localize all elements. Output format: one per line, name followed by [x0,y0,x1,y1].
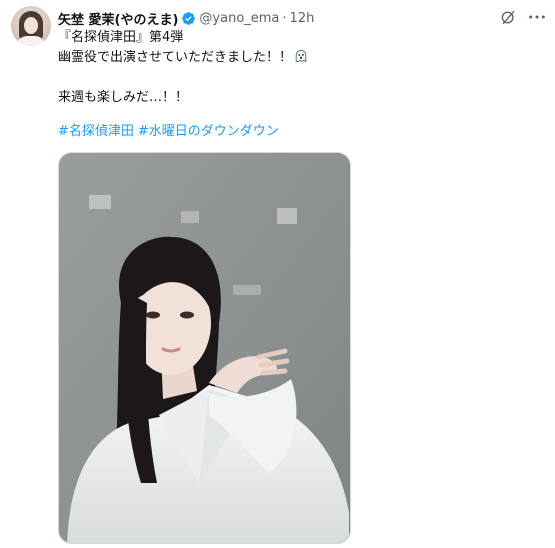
hashtag-link[interactable]: #名探偵津田 [58,124,134,139]
display-name[interactable]: 矢埜 愛茉(やのえま) [58,9,178,28]
user-handle[interactable]: @yano_ema [199,11,279,26]
hashtag-link[interactable]: #水曜日のダウンダウン [138,124,279,139]
more-options-icon[interactable] [526,7,548,27]
post-photo[interactable] [58,152,351,544]
separator-dot: · [282,10,287,26]
ghost-emoji-icon [294,49,308,70]
verified-badge-icon [181,11,196,26]
tweet-text: 『名探偵津田』第4弾 幽霊役で出演させていただきました！！ 来週も楽しみだ…！！ [58,28,308,108]
tweet-header: 矢埜 愛茉(やのえま) @yano_ema · 12h [58,8,314,28]
tweet-text-line: 幽霊役で出演させていただきました！！ [58,48,308,68]
post-timestamp[interactable]: 12h [290,11,315,26]
grok-icon[interactable] [498,7,518,27]
hashtag-list: #名探偵津田 #水曜日のダウンダウン [58,120,283,139]
tweet-text-line: 来週も楽しみだ…！！ [58,90,189,105]
avatar[interactable] [11,6,51,46]
tweet-text-line: 『名探偵津田』第4弾 [58,30,184,45]
tweet-card[interactable]: 矢埜 愛茉(やのえま) @yano_ema · 12h 『名探偵津田』第4弾 幽… [0,0,555,548]
